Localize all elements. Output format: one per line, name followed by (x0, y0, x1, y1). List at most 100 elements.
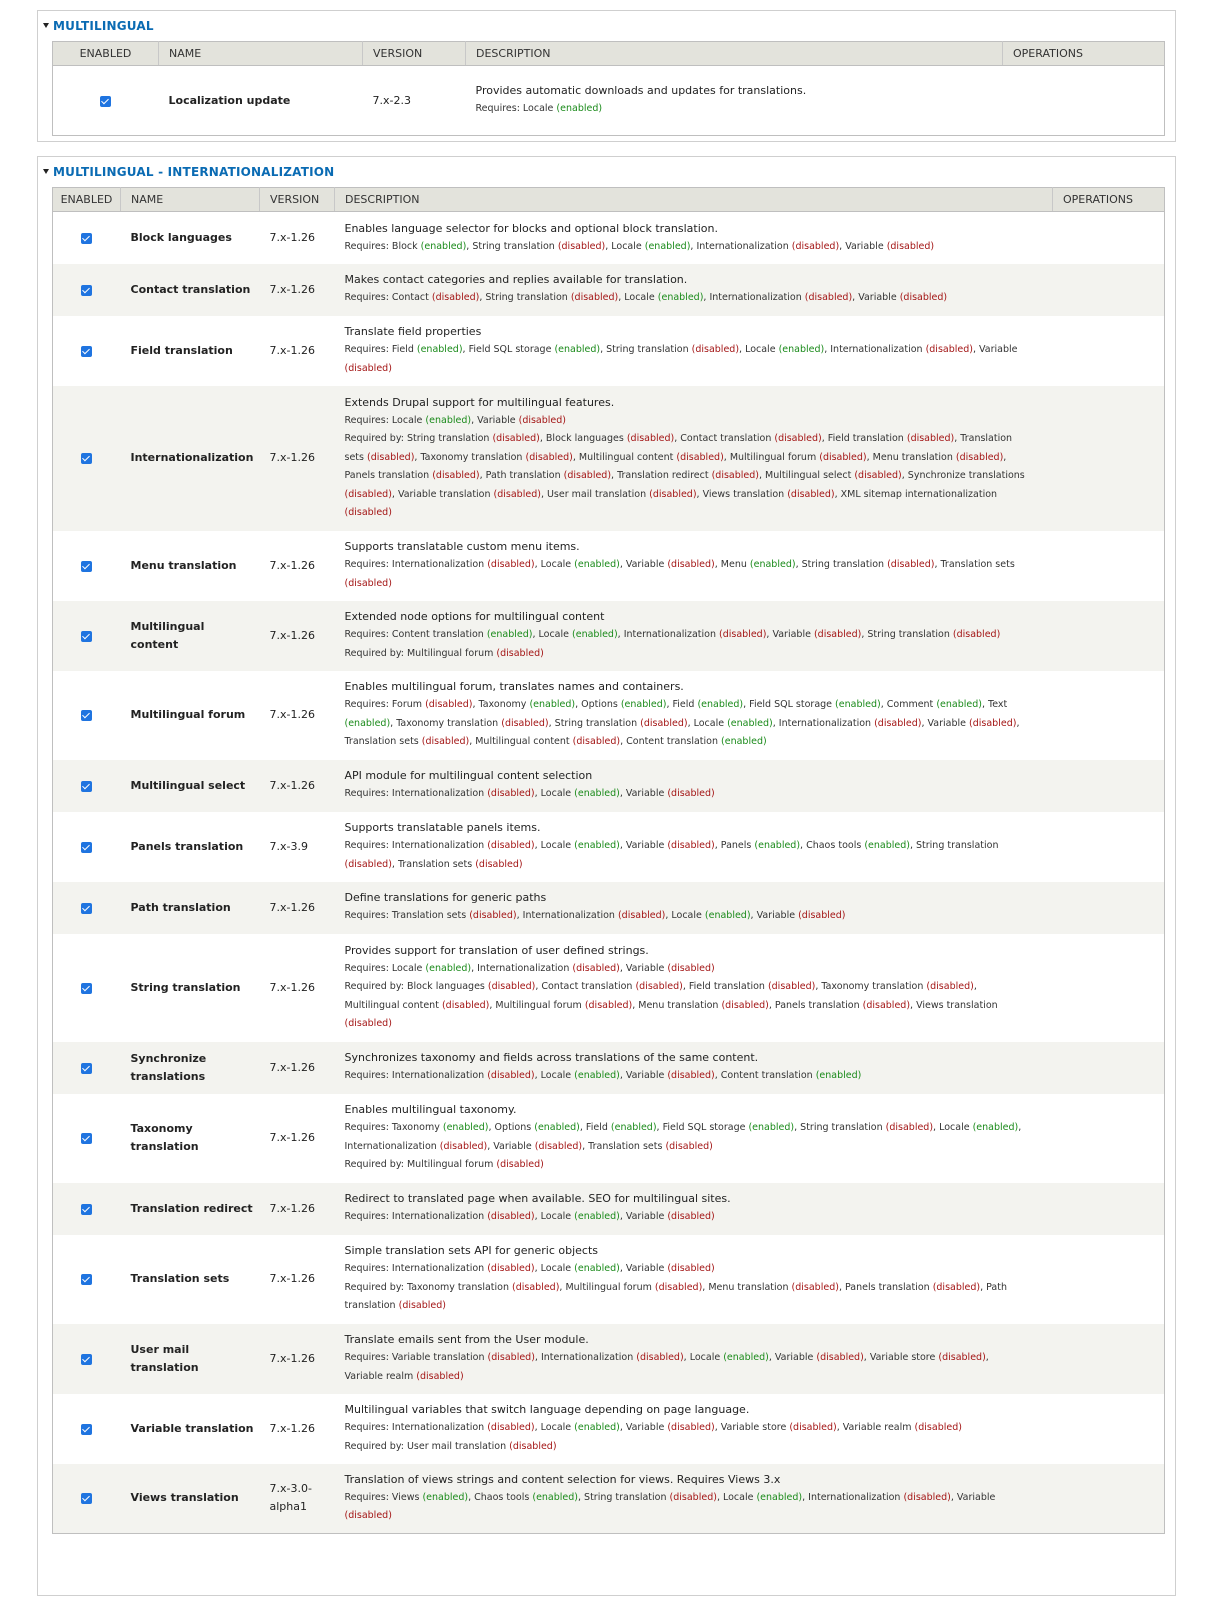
module-version: 7.x-1.26 (259, 211, 335, 264)
status-disabled: (disabled) (667, 840, 715, 851)
description-text: Translation of views strings and content… (344, 1472, 781, 1486)
collapse-triangle-icon[interactable] (43, 23, 49, 28)
requirement-text: , Variable (487, 1140, 535, 1152)
header-version: VERSION (362, 41, 466, 66)
status-enabled: (enabled) (835, 699, 881, 711)
status-disabled: (disabled) (667, 1211, 715, 1223)
enabled-checkbox[interactable] (81, 453, 93, 464)
enabled-cell (52, 530, 121, 601)
enabled-checkbox[interactable] (81, 560, 93, 572)
enabled-cell (52, 881, 121, 934)
status-disabled: (disabled) (425, 699, 473, 711)
status-disabled: (disabled) (344, 858, 392, 870)
requirement-text: , Menu translation (702, 1281, 792, 1293)
enabled-checkbox[interactable] (81, 982, 93, 994)
module-version-line: 7.x-1.26 (269, 1060, 315, 1074)
fieldset-legend-internationalization[interactable]: MULTILINGUAL - INTERNATIONALIZATION (43, 165, 334, 179)
enabled-checkbox[interactable] (81, 284, 93, 296)
requirements-line: Multilingual content (disabled), Multili… (345, 997, 1043, 1016)
requirement-text: , Synchronize translations (901, 470, 1025, 481)
enabled-checkbox[interactable] (81, 1274, 93, 1285)
table-row: Synchronize translations 7.x-1.26 Synchroni… (52, 1041, 1165, 1094)
enabled-checkbox[interactable] (81, 1203, 93, 1215)
requirement-text: , Field translation (821, 433, 907, 444)
enabled-checkbox[interactable] (81, 1353, 93, 1365)
table-row: Contact translation 7.x-1.26 Makes contact… (52, 263, 1165, 316)
enabled-cell (52, 385, 121, 531)
requirement-text: , Comment (880, 699, 937, 711)
enabled-checkbox[interactable] (81, 1423, 93, 1435)
description-text: Enables language selector for blocks and… (344, 221, 718, 235)
module-name: String translation (120, 933, 260, 1042)
enabled-checkbox[interactable] (81, 841, 93, 853)
operations-cell (1052, 1323, 1165, 1394)
operations-cell (1052, 211, 1165, 264)
enabled-cell (52, 1182, 121, 1235)
module-description: Simple translation sets API for generic … (334, 1234, 1053, 1324)
requirement-text: , String translation (466, 240, 558, 252)
requirement-text: , Internationalization (824, 344, 926, 355)
enabled-checkbox[interactable] (81, 232, 93, 244)
status-disabled: (disabled) (774, 433, 822, 444)
requirement-text: , Variable store (714, 1422, 790, 1433)
enabled-checkbox[interactable] (81, 780, 93, 792)
requirements-line: Requires: Locale (enabled), Variable (di… (345, 412, 1043, 431)
module-name-line: Panels translation (130, 839, 244, 853)
operations-cell (1052, 933, 1165, 1042)
module-version-line: 7.x-1.26 (269, 708, 315, 721)
requirement-text: , Field (579, 1122, 611, 1134)
status-disabled: (disabled) (885, 1122, 934, 1134)
enabled-cell (52, 211, 121, 264)
enabled-checkbox[interactable] (100, 95, 112, 107)
status-disabled: (disabled) (416, 1370, 464, 1382)
enabled-checkbox[interactable] (81, 345, 93, 357)
requirement-text: , Translation sets (391, 858, 476, 870)
requirement-text: Requires: Content translation (344, 629, 487, 640)
fieldset-title[interactable]: MULTILINGUAL (53, 19, 154, 33)
module-version: 7.x-1.26 (259, 263, 335, 316)
module-name: Taxonomy translation (120, 1093, 260, 1183)
requirements-line: Requires: Locale (enabled), Internationa… (345, 960, 1043, 979)
status-disabled: (disabled) (367, 451, 415, 463)
enabled-checkbox[interactable] (81, 1493, 93, 1505)
fieldset-legend-multilingual[interactable]: MULTILINGUAL (43, 19, 154, 33)
requirement-text: , Content translation (620, 736, 722, 748)
description-text: Translate field properties (344, 325, 482, 338)
description-text: Multilingual variables that switch langu… (344, 1403, 750, 1416)
operations-cell (1052, 881, 1165, 934)
module-name: Panels translation (120, 811, 260, 882)
requirement-text: , Field SQL storage (656, 1122, 749, 1134)
requirement-text: Requires: Views (344, 1491, 423, 1503)
requirement-text: , Views translation (910, 999, 998, 1011)
requirement-text: , Variable (766, 629, 814, 640)
requirement-text: , Multilingual forum (489, 999, 585, 1011)
enabled-checkbox[interactable] (81, 1062, 93, 1074)
status-disabled: (disabled) (344, 1018, 392, 1029)
enabled-checkbox[interactable] (81, 710, 93, 721)
status-disabled: (disabled) (557, 240, 606, 252)
module-name: Internationalization (120, 385, 260, 531)
requirement-text: , Taxonomy translation (414, 451, 526, 463)
operations-cell (1052, 385, 1165, 531)
status-disabled: (disabled) (711, 470, 759, 481)
requirements-line: Requires: Block (enabled), String transl… (345, 238, 1043, 257)
collapse-triangle-icon[interactable] (43, 169, 49, 174)
status-disabled: (disabled) (626, 433, 675, 444)
description-text: Supports translatable custom menu items. (344, 540, 580, 553)
module-description: Translate emails sent from the User modu… (334, 1323, 1053, 1394)
enabled-checkbox[interactable] (81, 902, 93, 914)
modules-table-body: Localization update 7.x-2.3 Provides autom… (52, 65, 1165, 136)
module-name-line: Translation redirect (130, 1201, 253, 1215)
requirement-text: Requires: Internationalization (344, 1263, 488, 1275)
requirement-text: , String translation (794, 1122, 886, 1134)
status-disabled: (disabled) (899, 292, 948, 304)
requirements-line: (disabled) (345, 504, 1043, 523)
requirement-text: , Internationalization (471, 962, 573, 974)
fieldset-title[interactable]: MULTILINGUAL - INTERNATIONALIZATION (53, 165, 334, 179)
enabled-checkbox[interactable] (81, 630, 93, 642)
requirements-line: (disabled) (345, 360, 1043, 379)
status-disabled: (disabled) (719, 629, 767, 640)
module-name-line: Internationalization (130, 451, 254, 464)
description-text: Extended node options for multilingual c… (344, 610, 605, 623)
enabled-checkbox[interactable] (81, 1133, 93, 1144)
